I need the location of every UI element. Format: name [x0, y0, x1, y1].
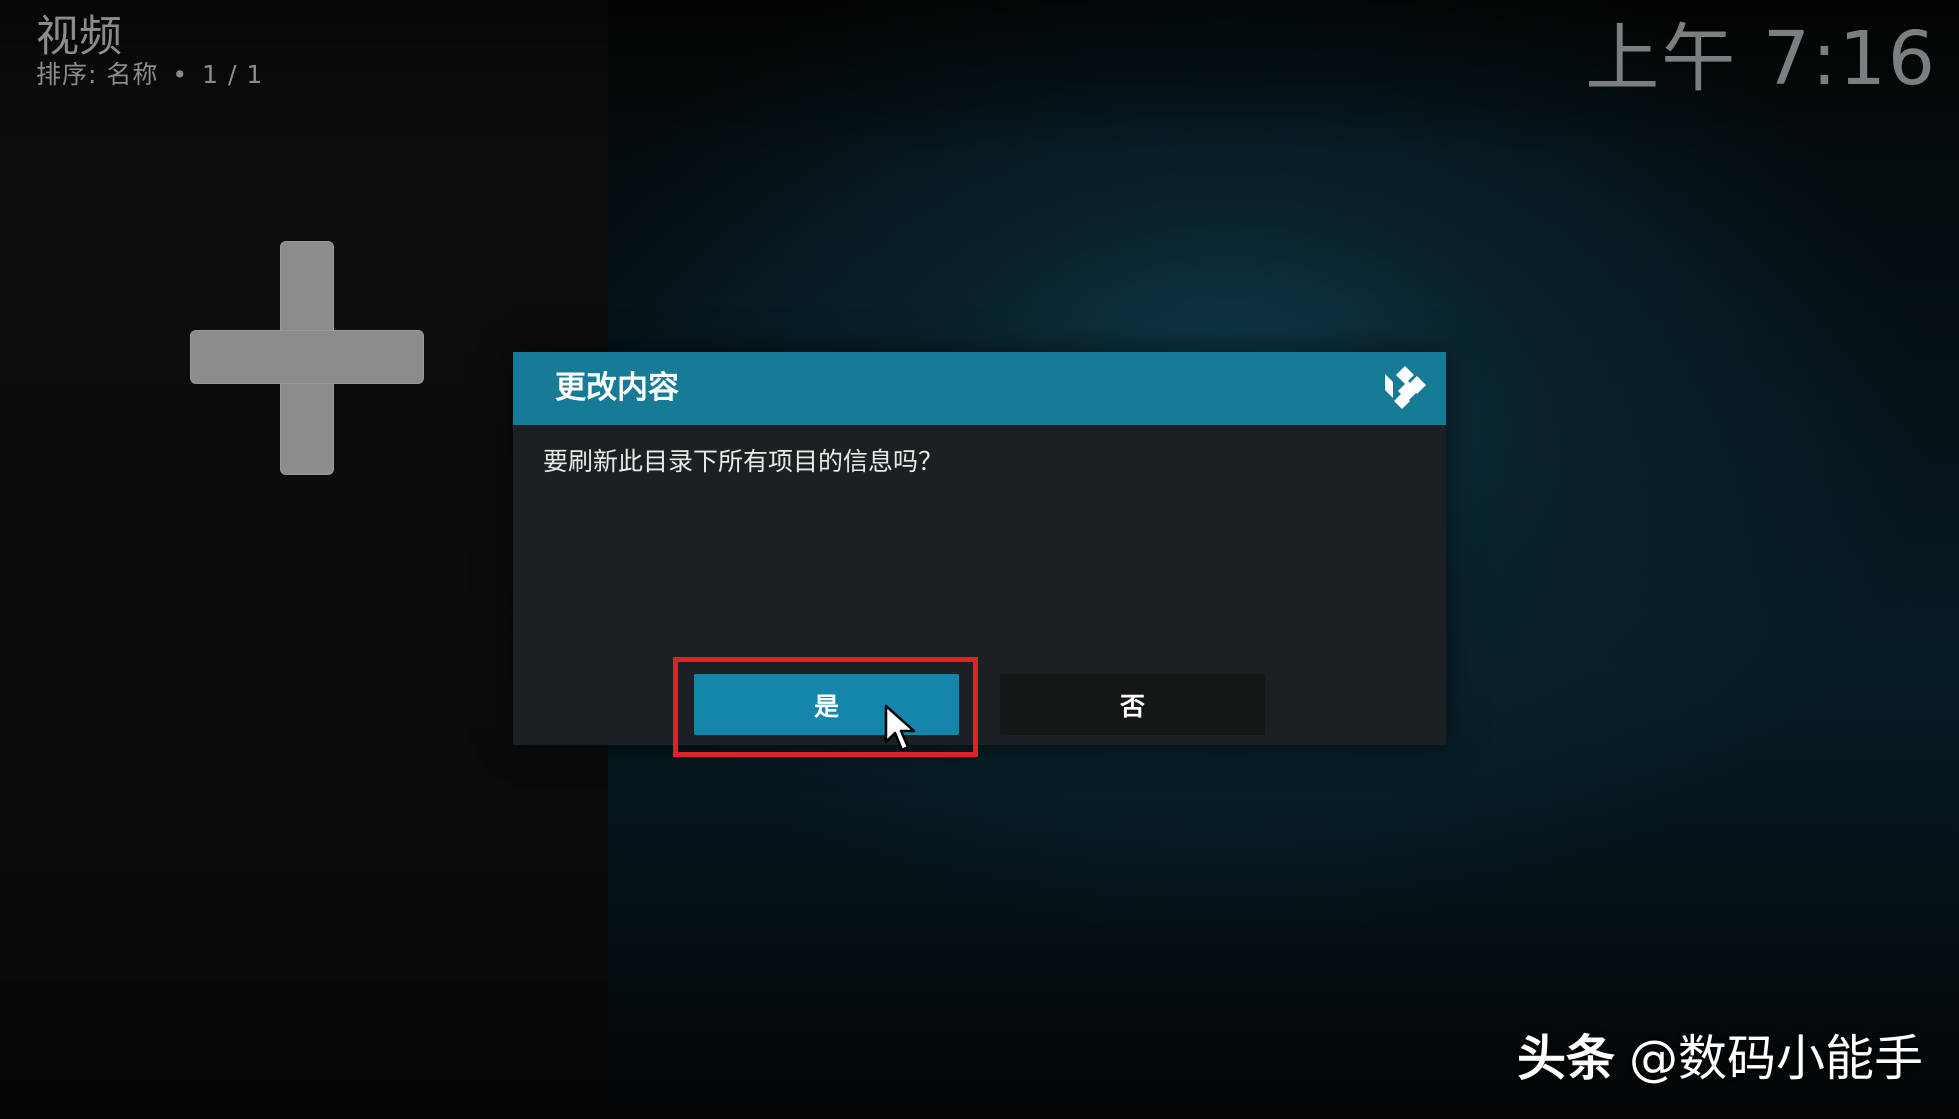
sort-info[interactable]: 排序: 名称 • 1 / 1	[36, 58, 263, 92]
clock: 上午 7:16	[1585, 16, 1937, 102]
kodi-logo-icon	[1385, 366, 1426, 409]
mouse-cursor-icon	[884, 704, 916, 752]
dialog-message: 要刷新此目录下所有项目的信息吗？	[543, 447, 944, 476]
watermark: 头条 @数码小能手	[1517, 1028, 1923, 1090]
no-button[interactable]: 否	[1000, 674, 1265, 735]
watermark-brand: 头条	[1516, 1030, 1615, 1087]
separator-dot: •	[172, 60, 189, 89]
window-title: 视频	[36, 12, 122, 62]
add-source-tile[interactable]	[188, 240, 424, 476]
page-count: 1 / 1	[202, 60, 264, 89]
dialog-header: 更改内容	[513, 352, 1446, 425]
confirm-dialog: 更改内容 要刷新此目录下所有项目的信息吗？ 是 否	[513, 352, 1446, 745]
watermark-handle: @数码小能手	[1628, 1030, 1923, 1087]
annotation-highlight-box	[673, 657, 978, 757]
sort-label: 排序: 名称	[36, 60, 159, 89]
dialog-title: 更改内容	[555, 370, 679, 406]
screen: 视频 排序: 名称 • 1 / 1 上午 7:16 更改内容 要刷新此目录下所有项目…	[0, 0, 1959, 1119]
